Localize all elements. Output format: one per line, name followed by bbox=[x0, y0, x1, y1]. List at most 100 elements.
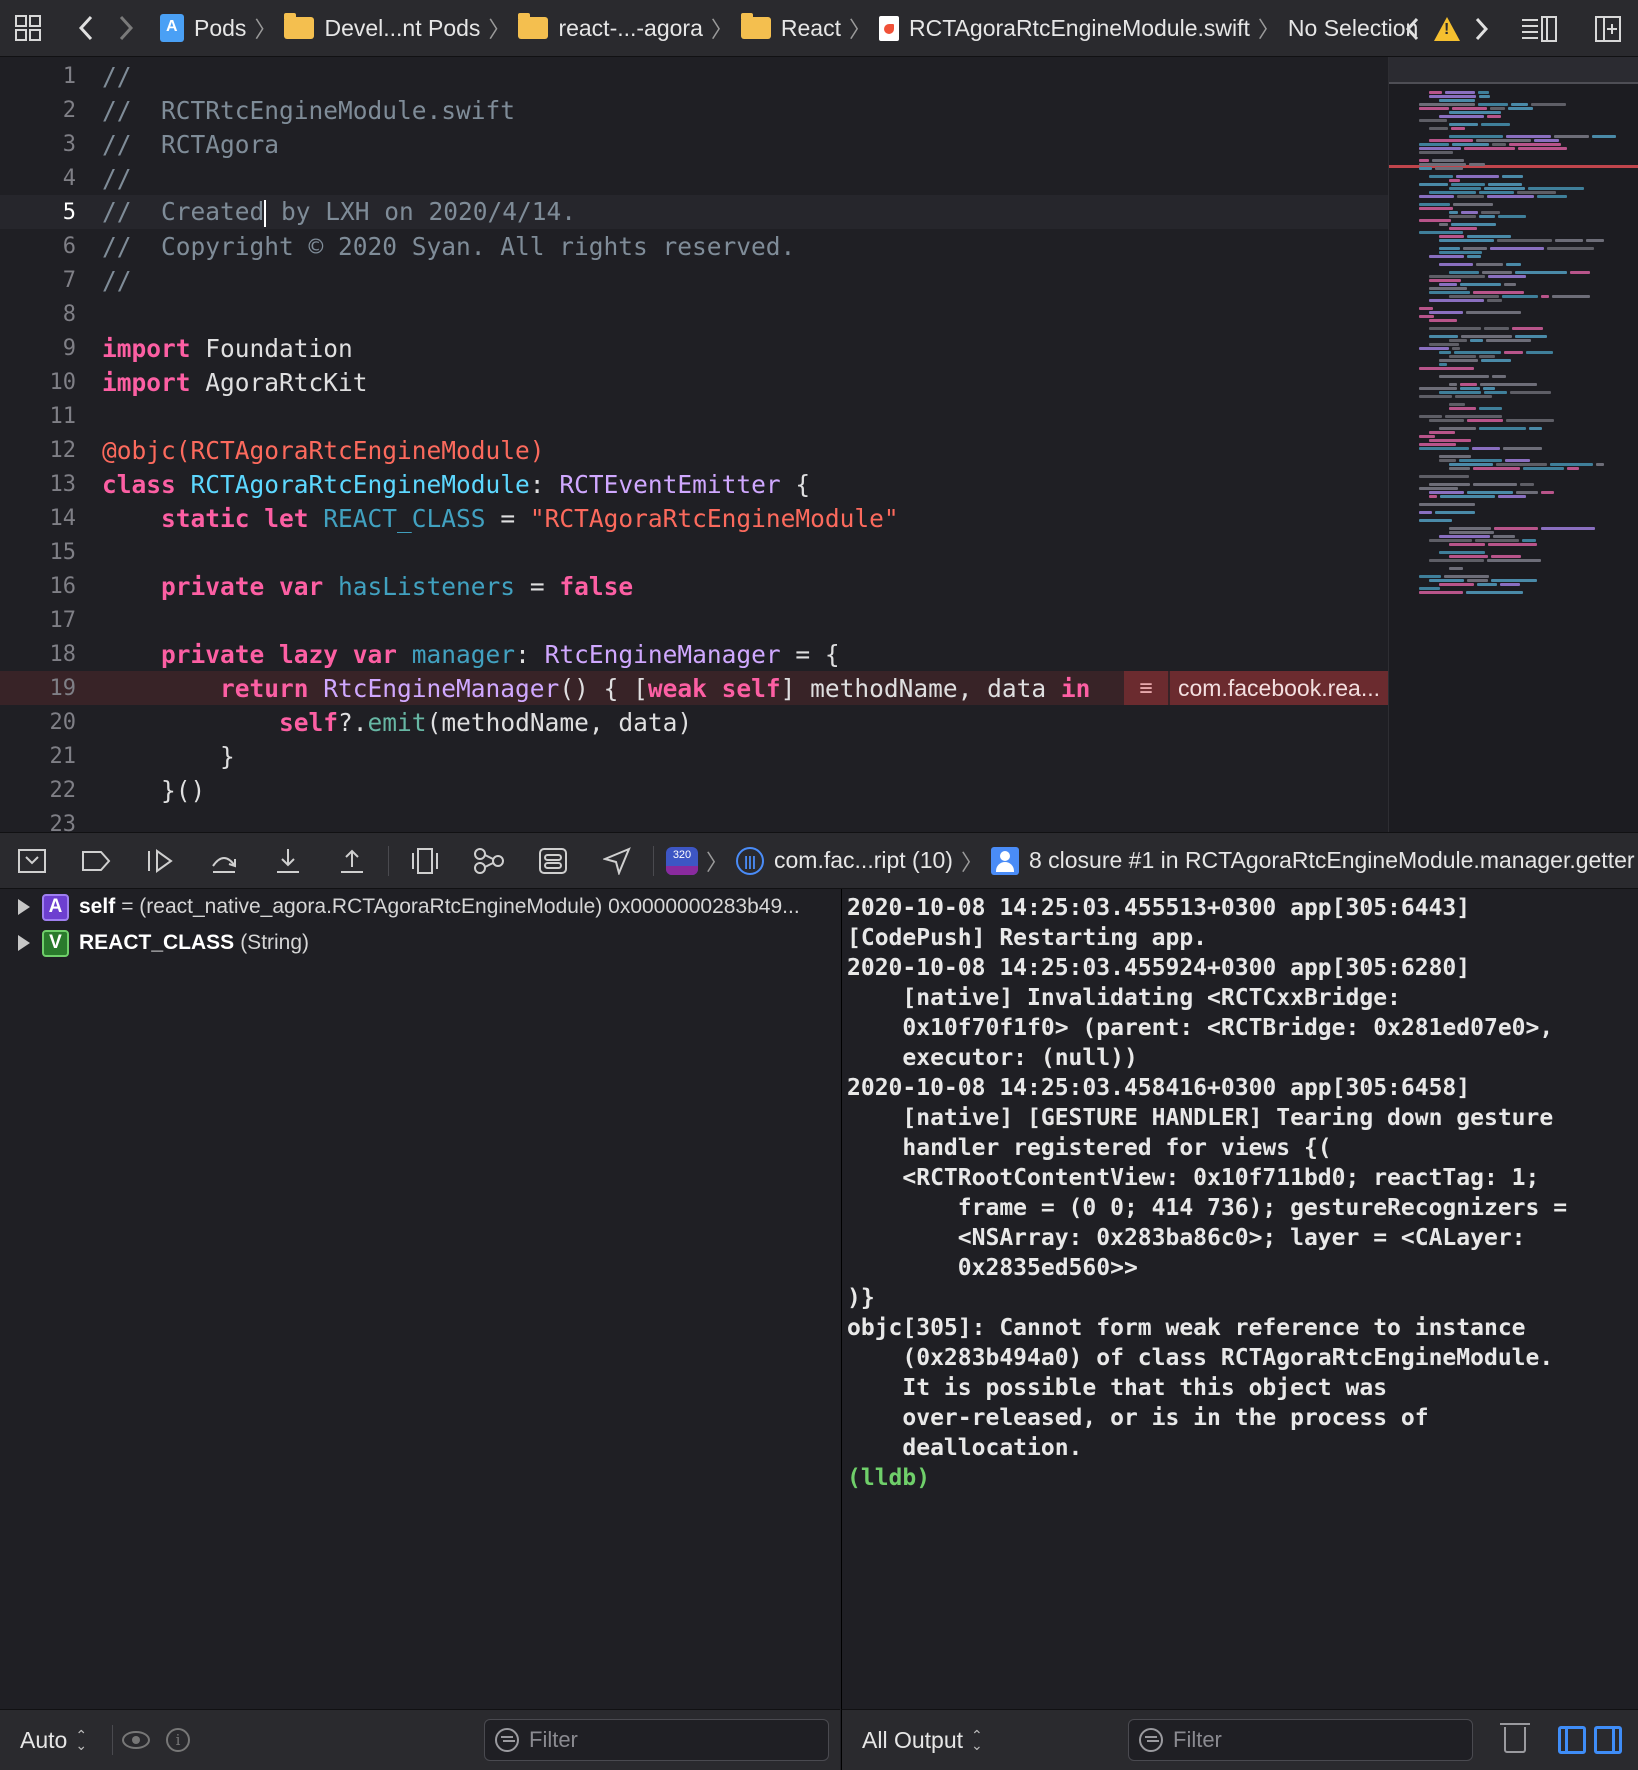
code-line[interactable]: 4 // bbox=[0, 161, 1388, 195]
environment-overrides-icon[interactable] bbox=[521, 832, 585, 889]
runtime-issue-badge[interactable]: ≡ com.facebook.rea... bbox=[1124, 671, 1388, 705]
thread-label[interactable]: com.fac...ript (10) bbox=[774, 847, 953, 874]
previous-issue-icon[interactable] bbox=[1398, 0, 1428, 57]
variables-filter[interactable] bbox=[484, 1719, 829, 1761]
minimap-code-mark bbox=[1419, 503, 1475, 506]
code-line[interactable]: 22 }() bbox=[0, 773, 1388, 807]
debug-view-hierarchy-icon[interactable] bbox=[393, 832, 457, 889]
code-line[interactable]: 14 static let REACT_CLASS = "RCTAgoraRtc… bbox=[0, 501, 1388, 535]
minimap-code-mark bbox=[1552, 295, 1590, 298]
code-line-current[interactable]: 5 // Created by LXH on 2020/4/14. bbox=[0, 195, 1388, 229]
breadcrumb-item-file[interactable]: RCTAgoraRtcEngineModule.swift bbox=[879, 15, 1250, 42]
minimap[interactable] bbox=[1388, 57, 1638, 832]
related-items-icon[interactable] bbox=[8, 0, 48, 57]
folder-icon bbox=[284, 13, 315, 39]
forward-chevron-icon[interactable] bbox=[106, 0, 146, 57]
line-number: 5 bbox=[62, 199, 76, 225]
code-line[interactable]: 18 private lazy var manager: RtcEngineMa… bbox=[0, 637, 1388, 671]
variables-filter-input[interactable] bbox=[529, 1727, 729, 1753]
breadcrumb-item-pods[interactable]: Pods bbox=[160, 14, 246, 42]
console-filter-input[interactable] bbox=[1173, 1727, 1373, 1753]
code-line[interactable]: 6 // Copyright © 2020 Syan. All rights re… bbox=[0, 229, 1388, 263]
code-line[interactable]: 21 } bbox=[0, 739, 1388, 773]
code-line[interactable]: 2 // RCTRtcEngineModule.swift bbox=[0, 93, 1388, 127]
code-line[interactable]: 12 @objc(RCTAgoraRtcEngineModule) bbox=[0, 433, 1388, 467]
process-badge[interactable]: 320 bbox=[666, 846, 698, 875]
code-line[interactable]: 23 bbox=[0, 807, 1388, 833]
show-console-view-icon[interactable] bbox=[1594, 1726, 1622, 1754]
disclosure-triangle-icon[interactable] bbox=[18, 935, 30, 951]
minimap-code-mark bbox=[1419, 475, 1469, 478]
warning-icon[interactable] bbox=[1434, 16, 1460, 41]
breadcrumb-separator-icon: 〉 bbox=[960, 849, 983, 875]
line-text: class RCTAgoraRtcEngineModule: RCTEventE… bbox=[102, 469, 811, 499]
code-line[interactable]: 20 self?.emit(methodName, data) bbox=[0, 705, 1388, 739]
debug-memory-graph-icon[interactable] bbox=[457, 832, 521, 889]
minimap-code-mark bbox=[1541, 527, 1595, 530]
code-line[interactable]: 10 import AgoraRtcKit bbox=[0, 365, 1388, 399]
line-text: import AgoraRtcKit bbox=[102, 367, 368, 397]
disclosure-triangle-icon[interactable] bbox=[18, 899, 30, 915]
console-filter[interactable] bbox=[1128, 1719, 1473, 1761]
source-editor[interactable]: 1 // 2 // RCTRtcEngineModule.swift 3 // RCT… bbox=[0, 57, 1388, 832]
console-output[interactable]: 2020-10-08 14:25:03.455513+0300 app[305:… bbox=[847, 893, 1637, 1493]
variables-view[interactable]: A self = (react_native_agora.RCTAgoraRtc… bbox=[0, 889, 840, 1709]
minimap-code-mark bbox=[1492, 375, 1506, 378]
code-line-breakpoint[interactable]: 19 return RtcEngineManager() { [weak sel… bbox=[0, 671, 1388, 705]
add-editor-icon[interactable] bbox=[1578, 0, 1638, 57]
lldb-prompt[interactable]: (lldb) bbox=[847, 1465, 930, 1491]
next-issue-icon[interactable] bbox=[1466, 0, 1496, 57]
folder-icon bbox=[740, 13, 771, 39]
step-over-icon[interactable] bbox=[192, 832, 256, 889]
minimap-code-mark bbox=[1506, 263, 1521, 266]
code-line[interactable]: 1 // bbox=[0, 59, 1388, 93]
code-line[interactable]: 7 // bbox=[0, 263, 1388, 297]
code-line[interactable]: 11 bbox=[0, 399, 1388, 433]
breadcrumb-separator-icon: 〉 bbox=[706, 849, 729, 875]
simulate-location-icon[interactable] bbox=[585, 832, 649, 889]
breakpoints-toggle-icon[interactable] bbox=[64, 832, 128, 889]
breadcrumb-item-development-pods[interactable]: Devel...nt Pods bbox=[284, 13, 480, 42]
line-number: 4 bbox=[62, 165, 76, 191]
minimap-code-mark bbox=[1488, 275, 1526, 278]
editor-options-icon[interactable] bbox=[1510, 0, 1570, 57]
minimap-code-mark bbox=[1419, 415, 1442, 418]
minimap-code-mark bbox=[1467, 255, 1481, 258]
code-line[interactable]: 16 private var hasListeners = false bbox=[0, 569, 1388, 603]
minimap-viewport[interactable] bbox=[1389, 57, 1638, 84]
eye-icon[interactable] bbox=[122, 1731, 150, 1749]
minimap-code-mark bbox=[1449, 111, 1501, 114]
console-view[interactable]: 2020-10-08 14:25:03.455513+0300 app[305:… bbox=[841, 889, 1638, 1709]
minimap-code-mark bbox=[1479, 95, 1490, 98]
minimap-code-mark bbox=[1541, 491, 1554, 494]
step-into-icon[interactable] bbox=[256, 832, 320, 889]
toolbar-divider bbox=[388, 845, 389, 876]
variables-scope-select[interactable]: Auto ⌃ ⌄ bbox=[20, 1727, 87, 1754]
info-icon[interactable]: i bbox=[166, 1728, 190, 1752]
code-line[interactable]: 3 // RCTAgora bbox=[0, 127, 1388, 161]
project-icon bbox=[160, 14, 184, 42]
back-chevron-icon[interactable] bbox=[66, 0, 106, 57]
variable-row[interactable]: V REACT_CLASS (String) bbox=[0, 925, 840, 961]
minimap-code-mark bbox=[1451, 127, 1465, 130]
stack-frame-label[interactable]: 8 closure #1 in RCTAgoraRtcEngineModule.… bbox=[1029, 847, 1635, 874]
hide-debug-area-icon[interactable] bbox=[0, 832, 64, 889]
minimap-code-mark bbox=[1494, 527, 1538, 530]
breadcrumb-item-react-native-agora[interactable]: react-...-agora bbox=[518, 13, 703, 42]
console-output-select[interactable]: All Output ⌃ ⌄ bbox=[862, 1727, 983, 1754]
code-line[interactable]: 13 class RCTAgoraRtcEngineModule: RCTEven… bbox=[0, 467, 1388, 501]
step-out-icon[interactable] bbox=[320, 832, 384, 889]
breadcrumb-item-react[interactable]: React bbox=[740, 13, 841, 42]
code-line[interactable]: 9 import Foundation bbox=[0, 331, 1388, 365]
code-line[interactable]: 17 bbox=[0, 603, 1388, 637]
continue-icon[interactable] bbox=[128, 832, 192, 889]
minimap-code-mark bbox=[1459, 459, 1502, 462]
minimap-code-mark bbox=[1504, 283, 1516, 286]
variable-row[interactable]: A self = (react_native_agora.RCTAgoraRtc… bbox=[0, 889, 840, 925]
minimap-code-mark bbox=[1439, 535, 1490, 538]
show-variables-view-icon[interactable] bbox=[1558, 1726, 1586, 1754]
code-line[interactable]: 8 bbox=[0, 297, 1388, 331]
code-line[interactable]: 15 bbox=[0, 535, 1388, 569]
trash-icon[interactable] bbox=[1500, 1723, 1530, 1753]
minimap-code-mark bbox=[1487, 559, 1541, 562]
